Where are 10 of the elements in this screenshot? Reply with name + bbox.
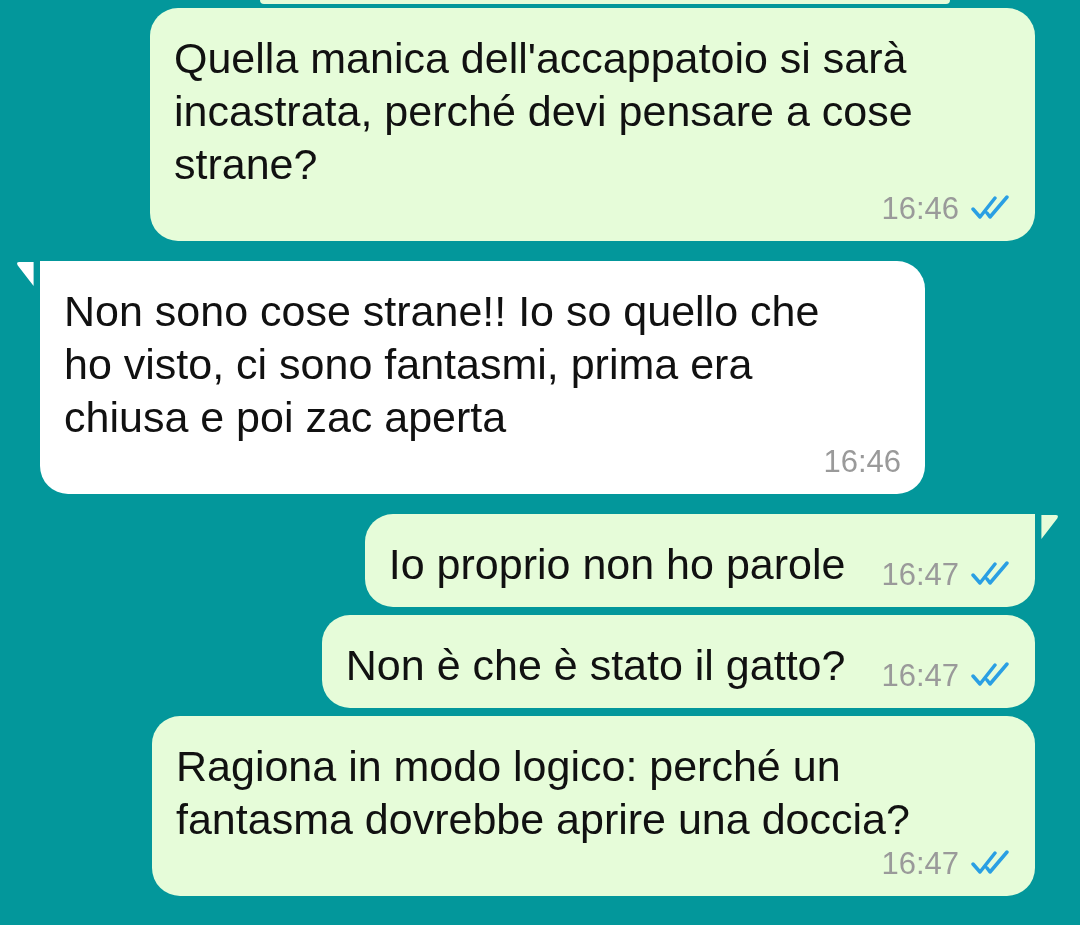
message-text: Quella manica dell'accappatoio si sarà incastrata, perché devi pensare a cose strane?: [174, 33, 914, 190]
message-text: Io proprio non ho parole: [388, 539, 846, 590]
message-time: 16:46: [881, 189, 959, 228]
message-time: 16:47: [881, 555, 959, 594]
message-time: 16:47: [881, 844, 959, 883]
message-text: Ragiona in modo logico: perché un fantasma dovrebbe aprire una doccia?: [176, 741, 911, 845]
message-time: 16:47: [881, 656, 959, 695]
message-text: Non è che è stato il gatto?: [345, 640, 846, 691]
message-time: 16:46: [823, 442, 901, 481]
message-text: Non sono cose strane!! Io so quello che ho visto, ci sono fantasmi, prima era chiusa e poi zac aperta: [64, 286, 821, 443]
